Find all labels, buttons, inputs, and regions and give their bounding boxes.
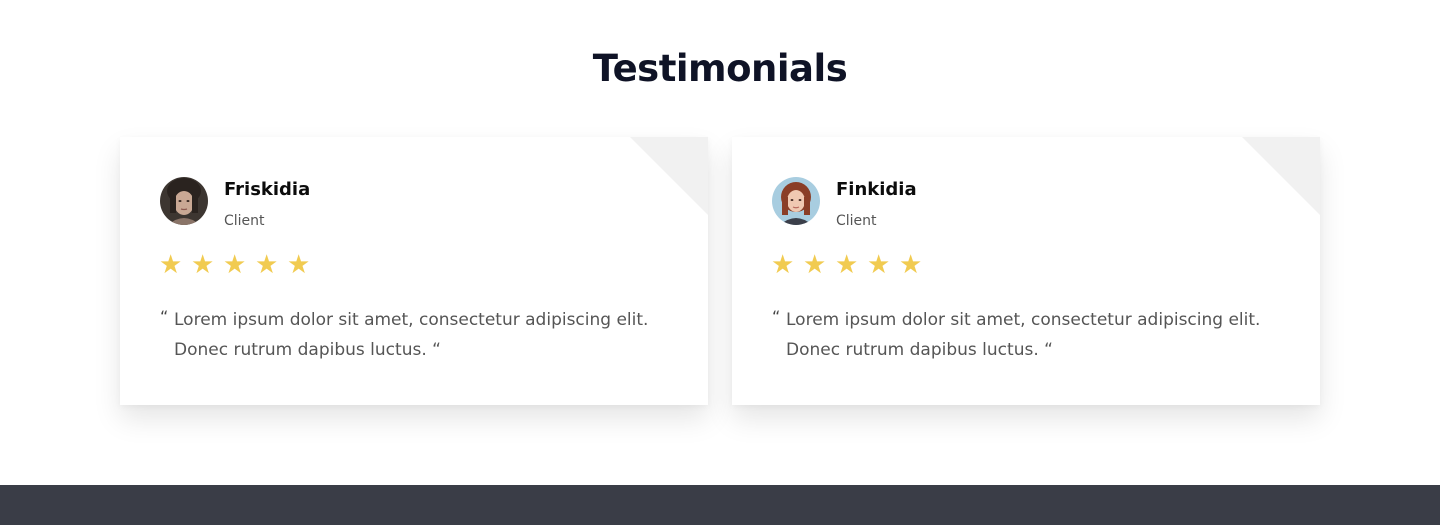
testimonial-card: Finkidia Client ★ ★ ★ ★ ★ “ Lorem ipsum … [732,137,1320,405]
testimonial-name: Friskidia [224,179,311,200]
testimonial-name: Finkidia [836,179,917,200]
footer [0,485,1440,525]
star-icon: ★ [159,250,183,280]
avatar [160,177,208,225]
star-icon: ★ [803,250,827,280]
testimonial-quote: Lorem ipsum dolor sit amet, consectetur … [174,310,649,360]
star-icon: ★ [287,250,311,280]
star-icon: ★ [255,250,279,280]
quote-open-mark: “ [772,307,781,326]
star-icon: ★ [899,250,923,280]
rating-stars: ★ ★ ★ ★ ★ [159,249,319,281]
testimonial-role: Client [836,213,877,229]
testimonial-card: Friskidia Client ★ ★ ★ ★ ★ “ Lorem ipsum… [120,137,708,405]
card-corner-fold [630,137,708,215]
rating-stars: ★ ★ ★ ★ ★ [771,249,931,281]
star-icon: ★ [835,250,859,280]
star-icon: ★ [223,250,247,280]
section-title: Testimonials [592,47,848,90]
testimonial-quote: Lorem ipsum dolor sit amet, consectetur … [786,310,1261,360]
testimonials-page: Testimonials Friskidia Client ★ ★ ★ ★ ★ … [0,0,1440,525]
quote-open-mark: “ [160,307,169,326]
avatar-friskidia-image [160,177,208,225]
testimonial-role: Client [224,213,265,229]
star-icon: ★ [191,250,215,280]
card-corner-fold [1242,137,1320,215]
avatar [772,177,820,225]
avatar-finkidia-image [772,177,820,225]
star-icon: ★ [867,250,891,280]
testimonial-cards: Friskidia Client ★ ★ ★ ★ ★ “ Lorem ipsum… [120,137,1320,405]
star-icon: ★ [771,250,795,280]
